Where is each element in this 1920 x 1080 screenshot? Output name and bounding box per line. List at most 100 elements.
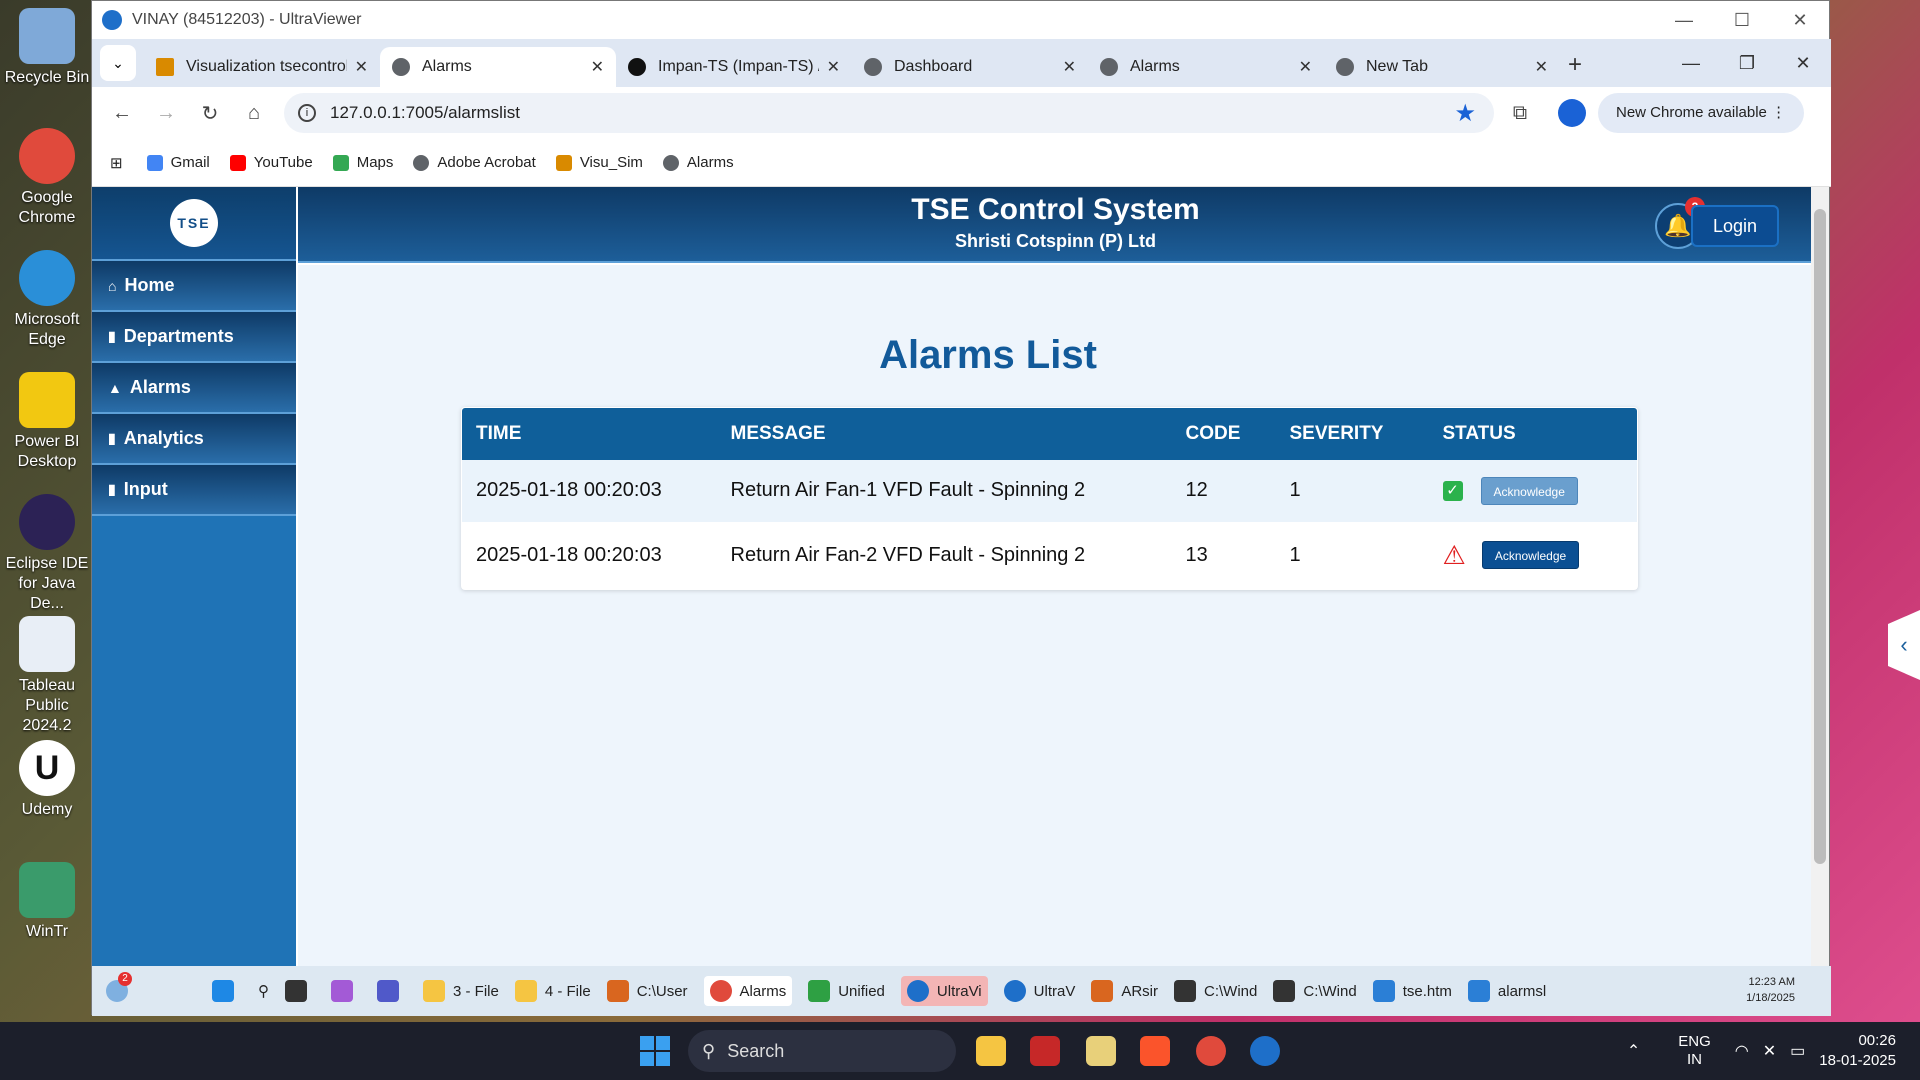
taskbar-app[interactable]: 4 - File <box>514 980 591 1002</box>
language-indicator[interactable]: ENG IN <box>1678 1033 1711 1069</box>
sidebar-item-alarms[interactable]: ▲ Alarms <box>92 363 296 414</box>
page-scrollbar[interactable] <box>1811 187 1829 966</box>
desktop-icon-udemy[interactable]: U Udemy <box>0 740 94 820</box>
volume-muted-icon[interactable]: ✕ <box>1763 1041 1776 1061</box>
new-chrome-available-button[interactable]: New Chrome available ⋮ <box>1598 93 1805 133</box>
close-button[interactable]: ✕ <box>1771 1 1829 39</box>
tab-close-icon[interactable]: ✕ <box>827 57 840 77</box>
taskbar-search-box[interactable]: ⚲ Search <box>688 1030 956 1072</box>
chrome-close-button[interactable]: ✕ <box>1775 39 1831 87</box>
chevron-up-icon[interactable]: ⌃ <box>1627 1041 1640 1061</box>
sidebar-item-departments[interactable]: ▮ Departments <box>92 312 296 363</box>
table-header-row: TIME MESSAGE CODE SEVERITY STATUS <box>462 408 1637 460</box>
acknowledge-button[interactable]: Acknowledge <box>1480 476 1578 505</box>
desktop-icon-chrome[interactable]: Google Chrome <box>0 128 94 228</box>
tab-dashboard[interactable]: Dashboard ✕ <box>852 47 1088 87</box>
extensions-icon[interactable]: ⧉ <box>1494 102 1546 125</box>
desktop-icon-label: Power BI Desktop <box>14 433 80 470</box>
profile-avatar-icon[interactable] <box>1558 99 1586 127</box>
tab-alarms-2[interactable]: Alarms ✕ <box>1088 47 1324 87</box>
maximize-button[interactable]: ☐ <box>1713 1 1771 39</box>
app-subtitle: Shristi Cotspinn (P) Ltd <box>955 231 1156 251</box>
windows-start-icon[interactable] <box>640 1036 670 1066</box>
site-info-icon[interactable]: i <box>298 104 316 122</box>
tableau-icon <box>19 616 75 672</box>
reload-icon[interactable]: ↻ <box>188 101 232 126</box>
desktop-icon-recycle-bin[interactable]: Recycle Bin <box>0 8 94 88</box>
task-view-icon <box>285 980 307 1002</box>
taskbar-app[interactable]: tse.htm <box>1372 980 1452 1002</box>
tab-close-icon[interactable]: ✕ <box>1299 57 1312 77</box>
mcafee-icon[interactable] <box>1030 1036 1060 1066</box>
bookmark-visu-sim[interactable]: Visu_Sim <box>555 154 643 171</box>
app-shield-icon[interactable] <box>1086 1036 1116 1066</box>
wifi-icon[interactable]: ◠ <box>1735 1041 1749 1061</box>
forward-arrow-icon[interactable]: → <box>144 102 188 125</box>
powerbi-icon <box>19 372 75 428</box>
battery-icon[interactable]: ▭ <box>1790 1041 1805 1061</box>
taskbar-app[interactable]: 3 - File <box>423 980 499 1002</box>
copilot-button[interactable] <box>331 980 361 1002</box>
taskbar-app[interactable]: C:\User <box>606 980 688 1002</box>
bookmark-youtube[interactable]: YouTube <box>229 154 313 171</box>
taskbar-app[interactable]: ARsir <box>1091 980 1158 1002</box>
tab-new-tab[interactable]: New Tab ✕ <box>1324 47 1560 87</box>
weather-widget[interactable]: 2 <box>106 972 136 1002</box>
bookmark-star-icon[interactable]: ★ <box>1454 99 1476 128</box>
desktop-icon-eclipse[interactable]: Eclipse IDE for Java De... <box>0 494 94 614</box>
teams-button[interactable] <box>377 980 407 1002</box>
chrome-minimize-button[interactable]: — <box>1663 39 1719 87</box>
search-button[interactable]: ⚲ <box>258 982 269 1000</box>
local-clock[interactable]: 00:26 18-01-2025 <box>1819 1031 1896 1071</box>
start-button[interactable] <box>212 980 242 1002</box>
tab-close-icon[interactable]: ✕ <box>1063 57 1076 77</box>
taskbar-app-active[interactable]: Alarms <box>703 976 793 1006</box>
desktop-icon-tableau[interactable]: Tableau Public 2024.2 <box>0 616 94 736</box>
taskbar-app[interactable]: C:\Wind <box>1174 980 1257 1002</box>
taskbar-app[interactable]: C:\Wind <box>1273 980 1357 1002</box>
column-header-status: STATUS <box>1428 408 1637 460</box>
tab-close-icon[interactable]: ✕ <box>355 57 368 77</box>
bookmark-gmail[interactable]: Gmail <box>146 154 210 171</box>
bookmark-alarms[interactable]: Alarms <box>662 154 734 171</box>
tab-close-icon[interactable]: ✕ <box>591 57 604 77</box>
side-panel-handle[interactable]: ‹ <box>1888 610 1920 680</box>
chrome-restore-button[interactable]: ❐ <box>1719 39 1775 87</box>
task-view-button[interactable] <box>285 980 315 1002</box>
sidebar-logo[interactable]: TSE <box>92 187 296 261</box>
tab-search-chevron-icon[interactable]: ⌄ <box>100 45 136 81</box>
bookmark-adobe-acrobat[interactable]: Adobe Acrobat <box>413 154 536 171</box>
chrome-icon[interactable] <box>1196 1036 1226 1066</box>
minimize-button[interactable]: — <box>1655 1 1713 39</box>
taskbar-app[interactable]: alarmsl <box>1467 980 1546 1002</box>
desktop-icon-powerbi[interactable]: Power BI Desktop <box>0 372 94 472</box>
desktop-icon-wintr[interactable]: WinTr <box>0 862 94 942</box>
brave-icon[interactable] <box>1140 1036 1170 1066</box>
file-explorer-icon[interactable] <box>976 1036 1006 1066</box>
back-arrow-icon[interactable]: ← <box>100 102 144 125</box>
scrollbar-thumb[interactable] <box>1814 209 1826 864</box>
home-icon[interactable]: ⌂ <box>232 102 276 125</box>
tab-alarms-active[interactable]: Alarms ✕ <box>380 47 616 87</box>
sidebar-item-analytics[interactable]: ▮ Analytics <box>92 414 296 465</box>
tab-close-icon[interactable]: ✕ <box>1535 57 1548 77</box>
new-tab-button[interactable]: + <box>1568 51 1582 79</box>
taskbar-app[interactable]: Unified <box>808 980 885 1002</box>
copilot-icon <box>331 980 353 1002</box>
tab-visualization[interactable]: Visualization tsecontrol ✕ <box>144 47 380 87</box>
url-text[interactable]: 127.0.0.1:7005/alarmslist <box>330 103 1454 123</box>
tab-github[interactable]: Impan-TS (Impan-TS) / ✕ <box>616 47 852 87</box>
ultraviewer-icon[interactable] <box>1250 1036 1280 1066</box>
taskbar-app[interactable]: UltraV <box>1003 980 1075 1002</box>
acknowledge-button[interactable]: Acknowledge <box>1481 541 1580 570</box>
remote-clock[interactable]: 12:23 AM 1/18/2025 <box>1746 974 1795 1006</box>
sidebar-item-home[interactable]: ⌂ Home <box>92 261 296 312</box>
login-button[interactable]: Login <box>1691 205 1779 247</box>
bookmark-maps[interactable]: Maps <box>332 154 393 171</box>
taskbar-app-highlighted[interactable]: UltraVi <box>900 976 988 1006</box>
desktop-icon-edge[interactable]: Microsoft Edge <box>0 250 94 350</box>
bell-icon: 🔔 <box>1664 213 1692 238</box>
sidebar-item-input[interactable]: ▮ Input <box>92 465 296 516</box>
apps-grid-icon[interactable]: ⊞ <box>110 154 123 172</box>
address-bar[interactable]: i 127.0.0.1:7005/alarmslist ★ <box>284 93 1494 133</box>
